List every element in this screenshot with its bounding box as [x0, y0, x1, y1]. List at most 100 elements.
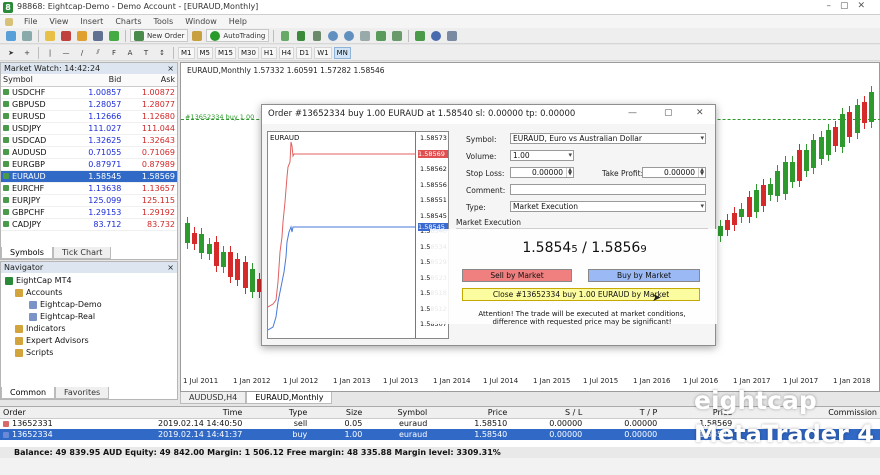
column-header-time[interactable]: Time — [155, 407, 246, 419]
tree-accounts[interactable]: Accounts — [5, 287, 177, 299]
tab-symbols[interactable]: Symbols — [1, 247, 53, 259]
table-row[interactable]: USDJPY 111.027 111.044 — [1, 122, 177, 135]
arrows-tool-icon[interactable]: ↕ — [155, 46, 169, 59]
tree-scripts[interactable]: Scripts — [5, 347, 177, 359]
chart-tab-audusd[interactable]: AUDUSD,H4 — [180, 392, 247, 404]
bar-chart-icon[interactable] — [278, 29, 292, 42]
menu-view[interactable]: View — [43, 17, 74, 26]
column-header-tp[interactable]: T / P — [585, 407, 661, 419]
period-m30-button[interactable]: M30 — [237, 46, 259, 59]
symbol-select[interactable]: EURAUD, Euro vs Australian Dollar ▾ — [510, 133, 706, 144]
period-d1-button[interactable]: D1 — [296, 46, 313, 59]
navigator-toggle-icon[interactable] — [75, 29, 89, 42]
vertical-line-icon[interactable]: | — [43, 46, 57, 59]
period-h4-button[interactable]: H4 — [278, 46, 295, 59]
market-watch-toggle-icon[interactable] — [43, 29, 57, 42]
tree-indicators[interactable]: Indicators — [5, 323, 177, 335]
chart-tab-euraud[interactable]: EURAUD,Monthly — [246, 392, 333, 404]
close-icon[interactable]: × — [167, 63, 177, 74]
comment-input[interactable] — [510, 184, 706, 195]
menu-tools[interactable]: Tools — [147, 17, 179, 26]
column-header-symbol[interactable]: Symbol — [365, 407, 431, 419]
column-header-price[interactable]: Price — [430, 407, 511, 419]
period-w1-button[interactable]: W1 — [314, 46, 332, 59]
buy-by-market-button[interactable]: Buy by Market — [588, 269, 700, 282]
period-m15-button[interactable]: M15 — [215, 46, 236, 59]
close-position-button[interactable]: Close #13652334 buy 1.00 EURAUD by Marke… — [462, 288, 700, 301]
column-header-size[interactable]: Size — [310, 407, 366, 419]
period-h1-button[interactable]: H1 — [260, 46, 277, 59]
period-m1-button[interactable]: M1 — [178, 46, 195, 59]
close-icon[interactable]: ✕ — [696, 108, 704, 118]
table-row[interactable]: EURUSD 1.12666 1.12680 — [1, 110, 177, 123]
column-header-sl[interactable]: S / L — [510, 407, 586, 419]
indicators-icon[interactable] — [413, 29, 427, 42]
stepper-icon[interactable]: ▲ ▼ — [698, 168, 705, 177]
cursor-icon[interactable]: ➤ — [4, 46, 18, 59]
tab-tick-chart[interactable]: Tick Chart — [52, 247, 112, 259]
table-row[interactable]: EURGBP 0.87971 0.87989 — [1, 158, 177, 171]
menu-file[interactable]: File — [18, 17, 43, 26]
periods-icon[interactable] — [429, 29, 443, 42]
stop-loss-field[interactable]: 0.00000 ▲ ▼ — [510, 167, 574, 178]
menu-insert[interactable]: Insert — [74, 17, 109, 26]
tree-account-demo[interactable]: Eightcap-Demo — [5, 299, 177, 311]
tab-favorites[interactable]: Favorites — [55, 387, 110, 399]
chart-shift-icon[interactable] — [390, 29, 404, 42]
document-menu-icon[interactable] — [0, 15, 18, 28]
metaeditor-icon[interactable] — [190, 29, 204, 42]
horizontal-line-icon[interactable]: — — [59, 46, 73, 59]
data-window-icon[interactable] — [59, 29, 73, 42]
zoom-out-icon[interactable] — [342, 29, 356, 42]
column-header-order[interactable]: Order — [0, 407, 155, 419]
order-type-select[interactable]: Market Execution ▾ — [510, 201, 706, 212]
trendline-icon[interactable]: / — [75, 46, 89, 59]
take-profit-field[interactable]: 0.00000 ▲ ▼ — [642, 167, 706, 178]
zoom-in-icon[interactable] — [326, 29, 340, 42]
auto-scroll-icon[interactable] — [374, 29, 388, 42]
fibonacci-icon[interactable]: F — [107, 46, 121, 59]
volume-select[interactable]: 1.00 ▾ — [510, 150, 574, 161]
table-row[interactable]: GBPUSD 1.28057 1.28077 — [1, 98, 177, 111]
tree-account-real[interactable]: Eightcap-Real — [5, 311, 177, 323]
autotrading-button[interactable]: AutoTrading — [206, 29, 270, 42]
tree-root[interactable]: EightCap MT4 — [5, 275, 177, 287]
line-chart-icon[interactable] — [310, 29, 324, 42]
table-row[interactable]: EURJPY 125.099 125.115 — [1, 194, 177, 207]
tile-windows-icon[interactable] — [358, 29, 372, 42]
column-header-bid[interactable]: Bid — [69, 74, 124, 87]
sell-by-market-button[interactable]: Sell by Market — [462, 269, 572, 282]
table-row[interactable]: GBPCHF 1.29153 1.29192 — [1, 206, 177, 219]
menu-window[interactable]: Window — [179, 17, 223, 26]
table-row[interactable]: AUDUSD 0.71055 0.71069 — [1, 146, 177, 159]
window-controls[interactable]: –▢✕ — [826, 1, 874, 11]
new-chart-icon[interactable] — [4, 29, 18, 42]
column-header-ask[interactable]: Ask — [123, 74, 177, 87]
column-header-symbol[interactable]: Symbol — [1, 74, 70, 87]
minimize-icon[interactable]: — — [628, 108, 637, 118]
tree-expert-advisors[interactable]: Expert Advisors — [5, 335, 177, 347]
table-row[interactable]: EURCHF 1.13638 1.13657 — [1, 182, 177, 195]
profiles-icon[interactable] — [20, 29, 34, 42]
candlestick-icon[interactable] — [294, 29, 308, 42]
text-tool-icon[interactable]: A — [123, 46, 137, 59]
strategy-tester-icon[interactable] — [107, 29, 121, 42]
period-mn-button[interactable]: MN — [333, 46, 351, 59]
maximize-icon[interactable]: ▢ — [664, 108, 673, 118]
channel-icon[interactable]: ⫽ — [91, 46, 105, 59]
stepper-icon[interactable]: ▲ ▼ — [566, 168, 573, 177]
column-header-type[interactable]: Type — [245, 407, 311, 419]
new-order-button[interactable]: New Order — [130, 29, 189, 42]
close-icon[interactable]: × — [167, 262, 177, 273]
menu-charts[interactable]: Charts — [109, 17, 147, 26]
period-m5-button[interactable]: M5 — [196, 46, 213, 59]
tab-common[interactable]: Common — [1, 387, 56, 399]
table-row[interactable]: USDCHF 1.00857 1.00872 — [1, 86, 177, 99]
templates-icon[interactable] — [445, 29, 459, 42]
terminal-toggle-icon[interactable] — [91, 29, 105, 42]
label-tool-icon[interactable]: T — [139, 46, 153, 59]
table-row[interactable]: EURAUD 1.58545 1.58569 — [1, 170, 177, 183]
crosshair-icon[interactable]: + — [20, 46, 34, 59]
table-row[interactable]: CADJPY 83.712 83.732 — [1, 218, 177, 231]
table-row[interactable]: USDCAD 1.32625 1.32643 — [1, 134, 177, 147]
